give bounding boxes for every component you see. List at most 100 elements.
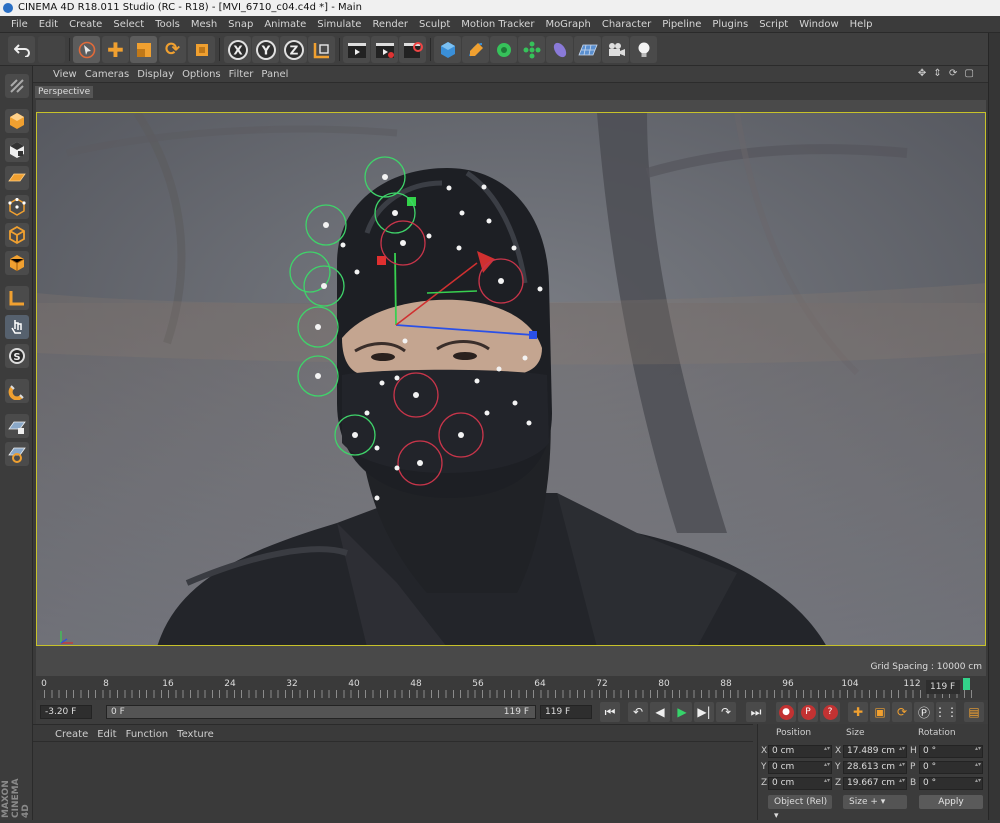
menu-select[interactable]: Select (108, 19, 150, 30)
position-x-field[interactable]: 0 cm (768, 745, 832, 758)
size-y-field[interactable]: 28.613 cm (843, 761, 907, 774)
menu-motion-tracker[interactable]: Motion Tracker (456, 19, 540, 30)
menu-pipeline[interactable]: Pipeline (657, 19, 707, 30)
menu-create[interactable]: Create (64, 19, 108, 30)
perspective-viewport[interactable] (36, 112, 986, 646)
play-forwards-icon[interactable]: ▶ (672, 702, 692, 722)
material-menu-function[interactable]: Function (126, 729, 178, 740)
playhead[interactable] (963, 678, 971, 690)
menu-animate[interactable]: Animate (259, 19, 312, 30)
coordinate-system-icon[interactable] (308, 36, 335, 63)
redo-icon[interactable] (38, 36, 65, 63)
menu-edit[interactable]: Edit (34, 19, 64, 30)
go-to-start-icon[interactable]: ⏮ (600, 702, 620, 722)
render-view-icon[interactable] (343, 36, 370, 63)
preview-max-field[interactable]: 119 F (540, 705, 592, 719)
workplane-lock-icon[interactable] (5, 414, 29, 438)
undo-icon[interactable] (8, 36, 35, 63)
record-active-objects-icon[interactable]: ● (776, 702, 796, 722)
tweak-mode-icon[interactable] (5, 315, 29, 339)
scale-icon[interactable] (130, 36, 157, 63)
pen-icon[interactable] (462, 36, 489, 63)
subdivision-icon[interactable] (490, 36, 517, 63)
cube-icon[interactable] (434, 36, 461, 63)
menu-help[interactable]: Help (845, 19, 879, 30)
array-icon[interactable] (518, 36, 545, 63)
viewport-menu-panel[interactable]: Panel (261, 69, 296, 80)
solo-icon[interactable]: S (5, 344, 29, 368)
planar-workplane-icon[interactable] (5, 442, 29, 466)
material-menu-create[interactable]: Create (55, 729, 97, 740)
record-scale-icon[interactable]: ▣ (870, 702, 890, 722)
previous-frame-icon[interactable]: ◀ (650, 702, 670, 722)
size-x-field[interactable]: 17.489 cm (843, 745, 907, 758)
floor-icon[interactable] (574, 36, 601, 63)
viewport-menu-cameras[interactable]: Cameras (85, 69, 137, 80)
record-position-icon[interactable]: ✚ (848, 702, 868, 722)
menu-window[interactable]: Window (794, 19, 844, 30)
polygons-mode-icon[interactable] (5, 251, 29, 275)
keyframe-selection-icon[interactable]: ? (820, 702, 840, 722)
next-key-icon[interactable]: ↷ (716, 702, 736, 722)
next-frame-icon[interactable]: ▶| (694, 702, 714, 722)
menu-render[interactable]: Render (367, 19, 414, 30)
light-icon[interactable] (630, 36, 657, 63)
position-y-field[interactable]: 0 cm (768, 761, 832, 774)
edges-mode-icon[interactable] (5, 223, 29, 247)
menu-simulate[interactable]: Simulate (312, 19, 367, 30)
end-frame-field[interactable]: 119 F (926, 680, 960, 694)
menu-mograph[interactable]: MoGraph (540, 19, 596, 30)
x-axis-icon[interactable]: X (224, 36, 251, 63)
recent-tool-icon[interactable] (188, 36, 215, 63)
size-mode-dropdown[interactable]: Size + ▾ (843, 795, 907, 809)
camera-icon[interactable] (602, 36, 629, 63)
axis-mode-icon[interactable] (5, 286, 29, 310)
autokeying-icon[interactable]: P (798, 702, 818, 722)
y-axis-icon[interactable]: Y (252, 36, 279, 63)
coordinate-mode-dropdown[interactable]: Object (Rel) ▾ (768, 795, 832, 821)
viewport-menu-filter[interactable]: Filter (229, 69, 262, 80)
record-rotation-icon[interactable]: ⟳ (892, 702, 912, 722)
texture-mode-icon[interactable] (5, 138, 29, 162)
current-time-field[interactable]: -3.20 F (40, 705, 92, 719)
z-axis-icon[interactable]: Z (280, 36, 307, 63)
record-parameter-icon[interactable]: Ⓟ (914, 702, 934, 722)
menu-tools[interactable]: Tools (150, 19, 186, 30)
timeline-ruler[interactable]: 0 8 16 24 32 40 48 56 64 72 80 88 96 104… (36, 676, 988, 700)
model-mode-icon[interactable] (5, 109, 29, 133)
points-mode-icon[interactable] (5, 195, 29, 219)
viewport-menu-display[interactable]: Display (137, 69, 182, 80)
rotation-b-field[interactable]: 0 ° (919, 777, 983, 790)
menu-mesh[interactable]: Mesh (186, 19, 223, 30)
size-z-field[interactable]: 19.667 cm (843, 777, 907, 790)
menu-sculpt[interactable]: Sculpt (414, 19, 456, 30)
menu-snap[interactable]: Snap (223, 19, 259, 30)
rotate-icon[interactable]: ⟳ (159, 36, 186, 63)
render-picture-viewer-icon[interactable] (371, 36, 398, 63)
menu-file[interactable]: File (6, 19, 34, 30)
apply-button[interactable]: Apply (919, 795, 983, 809)
viewport-nav-icons[interactable]: ✥ ⇕ ⟳ ▢ (918, 68, 984, 79)
workplane-mode-icon[interactable] (5, 166, 29, 190)
deformer-icon[interactable] (546, 36, 573, 63)
previous-key-icon[interactable]: ↶ (628, 702, 648, 722)
move-icon[interactable]: ✚ (102, 36, 129, 63)
live-selection-icon[interactable] (73, 36, 100, 63)
snap-magnet-icon[interactable] (5, 379, 29, 403)
go-to-end-icon[interactable]: ⏭ (746, 702, 766, 722)
menu-plugins[interactable]: Plugins (707, 19, 754, 30)
material-menu-texture[interactable]: Texture (177, 729, 223, 740)
material-menu-edit[interactable]: Edit (97, 729, 125, 740)
use-model-mode-icon[interactable] (5, 74, 29, 98)
timeline-window-icon[interactable]: ▤ (964, 702, 984, 722)
menu-character[interactable]: Character (597, 19, 657, 30)
viewport-menu-options[interactable]: Options (182, 69, 229, 80)
record-point-level-icon[interactable]: ⋮⋮ (934, 702, 958, 722)
menu-script[interactable]: Script (754, 19, 794, 30)
render-settings-icon[interactable] (399, 36, 426, 63)
rotation-p-field[interactable]: 0 ° (919, 761, 983, 774)
viewport-menu-view[interactable]: View (53, 69, 85, 80)
rotation-h-field[interactable]: 0 ° (919, 745, 983, 758)
frame-range-slider[interactable]: 0 F 119 F (106, 705, 536, 719)
position-z-field[interactable]: 0 cm (768, 777, 832, 790)
